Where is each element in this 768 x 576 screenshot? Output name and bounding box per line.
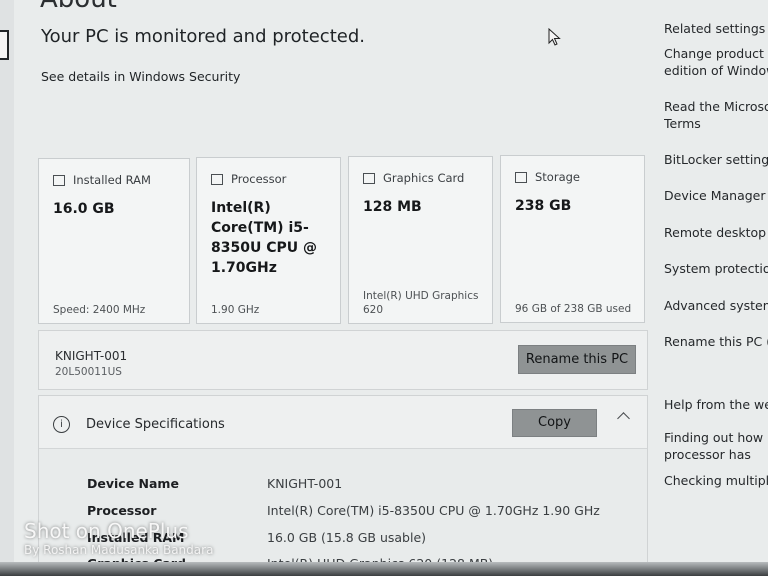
related-link-product-key[interactable]: Change product key or upgrade your xyxy=(664,45,768,62)
card-value: 128 MB xyxy=(363,199,422,215)
help-link-processor[interactable]: Finding out how xyxy=(664,429,763,446)
related-settings-heading: Related settings xyxy=(664,21,766,36)
chevron-up-icon[interactable] xyxy=(617,412,630,425)
card-footer: 1.90 GHz xyxy=(211,304,260,316)
camera-watermark-brand: Shot on OnePlus xyxy=(24,519,189,543)
related-link-rename-pc[interactable]: Rename this PC ( xyxy=(664,333,768,350)
card-value: Intel(R) Core(TM) i5-8350U CPU @ 1.70GHz xyxy=(211,200,317,276)
card-footer: 96 GB of 238 GB used xyxy=(515,303,632,315)
related-link-system-protection[interactable]: System protection xyxy=(664,260,768,277)
related-link-remote-desktop[interactable]: Remote desktop xyxy=(664,224,766,241)
device-specifications-title: Device Specifications xyxy=(86,417,225,432)
pc-name-panel: KNIGHT-001 20L50011US Rename this PC xyxy=(38,330,648,390)
related-settings: Related settings Change product key or u… xyxy=(664,0,768,576)
camera-watermark-author: By Roshan Madusanka Bandara xyxy=(24,543,214,557)
related-link-product-key-line2[interactable]: edition of Windows xyxy=(664,62,768,79)
pc-name: KNIGHT-001 xyxy=(55,349,128,363)
copy-button[interactable]: Copy xyxy=(512,409,597,437)
pc-model: 20L50011US xyxy=(55,366,122,378)
card-label: Storage xyxy=(535,170,580,184)
device-specifications-header[interactable]: i Device Specifications Copy xyxy=(39,396,647,449)
sidebar-collapsed-tab[interactable] xyxy=(0,30,9,60)
processor-icon xyxy=(211,173,223,185)
window-left-edge xyxy=(0,0,14,576)
spec-key: Processor xyxy=(87,503,157,518)
processor-card: Processor Intel(R) Core(TM) i5-8350U CPU… xyxy=(196,157,341,324)
card-value: 16.0 GB xyxy=(53,201,115,217)
card-footer: Intel(R) UHD Graphics 620 xyxy=(363,290,479,316)
card-label: Graphics Card xyxy=(383,171,465,185)
related-link-advanced-system[interactable]: Advanced system xyxy=(664,297,768,314)
help-link-multiple[interactable]: Checking multiple xyxy=(664,472,768,489)
related-link-microsoft-terms[interactable]: Read the Microsoft xyxy=(664,98,768,115)
spec-value: KNIGHT-001 xyxy=(267,476,343,491)
card-label: Installed RAM xyxy=(73,173,151,187)
rename-pc-button[interactable]: Rename this PC xyxy=(518,345,636,374)
ram-icon xyxy=(53,174,65,186)
card-label: Processor xyxy=(231,172,287,186)
page-title: About xyxy=(40,0,117,14)
graphics-card-icon xyxy=(363,172,375,184)
storage-icon xyxy=(515,171,527,183)
info-icon: i xyxy=(53,416,70,433)
installed-ram-card: Installed RAM 16.0 GB Speed: 2400 MHz xyxy=(38,158,190,324)
graphics-card-card: Graphics Card 128 MB Intel(R) UHD Graphi… xyxy=(348,156,493,324)
mouse-pointer-icon xyxy=(548,28,561,46)
bottom-bezel xyxy=(0,562,768,576)
help-from-web-heading: Help from the web xyxy=(664,397,768,412)
spec-value: 16.0 GB (15.8 GB usable) xyxy=(267,530,427,545)
help-link-processor-line2[interactable]: processor has xyxy=(664,446,751,463)
spec-key: Device Name xyxy=(87,476,179,491)
spec-value: Intel(R) Core(TM) i5-8350U CPU @ 1.70GHz… xyxy=(267,503,600,518)
storage-card: Storage 238 GB 96 GB of 238 GB used xyxy=(500,155,645,323)
related-link-device-manager[interactable]: Device Manager xyxy=(664,187,766,204)
card-footer: Speed: 2400 MHz xyxy=(53,304,146,316)
card-value: 238 GB xyxy=(515,198,572,214)
protection-status: Your PC is monitored and protected. xyxy=(41,26,365,47)
windows-security-link[interactable]: See details in Windows Security xyxy=(41,69,240,84)
related-link-bitlocker[interactable]: BitLocker settings xyxy=(664,151,768,168)
related-link-microsoft-terms-line2[interactable]: Terms xyxy=(664,115,701,132)
